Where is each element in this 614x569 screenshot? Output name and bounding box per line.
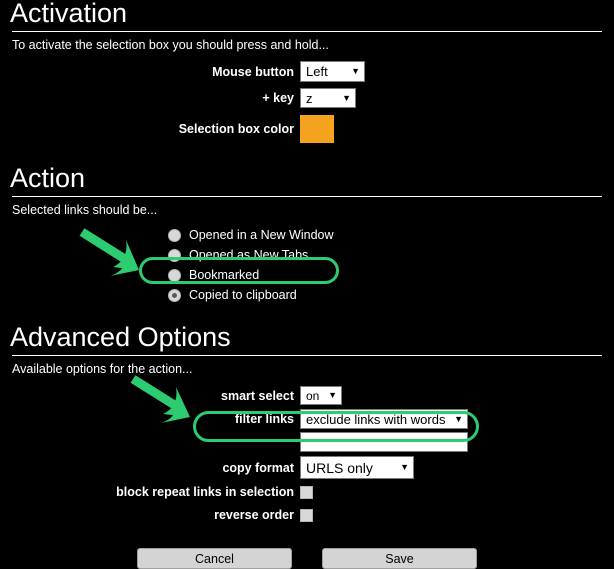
page-title-activation: Activation bbox=[0, 0, 614, 31]
action-radio-group: Opened in a New Window Opened as New Tab… bbox=[0, 226, 614, 304]
chevron-down-icon: ▼ bbox=[342, 94, 351, 103]
label-smart-select: smart select bbox=[0, 389, 300, 403]
row-copy-format: copy format URLS only ▼ bbox=[0, 456, 614, 479]
options-page: Activation To activate the selection box… bbox=[0, 0, 614, 545]
row-smart-select: smart select on ▼ bbox=[0, 386, 614, 405]
label-filter-links: filter links bbox=[0, 412, 300, 426]
chevron-down-icon: ▼ bbox=[351, 67, 360, 76]
filter-words-input[interactable] bbox=[300, 432, 468, 452]
row-reverse-order: reverse order bbox=[0, 508, 614, 522]
field-filter-words bbox=[300, 432, 614, 452]
radio-option-label[interactable]: Copied to clipboard bbox=[189, 288, 297, 302]
radio-icon[interactable] bbox=[168, 229, 181, 242]
section-action: Action Selected links should be... Opene… bbox=[0, 165, 614, 304]
chevron-down-icon: ▼ bbox=[400, 463, 409, 472]
section-subtitle-activation: To activate the selection box you should… bbox=[0, 32, 614, 53]
chevron-down-icon: ▼ bbox=[328, 391, 337, 400]
smart-select-value: on bbox=[306, 390, 319, 402]
footer-button-bar: Cancel Save bbox=[0, 548, 614, 569]
filter-links-select-value: exclude links with words bbox=[306, 413, 445, 426]
radio-option-new-tabs[interactable]: Opened as New Tabs bbox=[168, 246, 614, 264]
copy-format-select[interactable]: URLS only ▼ bbox=[300, 456, 414, 479]
filter-links-select[interactable]: exclude links with words ▼ bbox=[300, 409, 468, 429]
field-filter-links: exclude links with words ▼ bbox=[300, 409, 614, 429]
field-plus-key: z ▼ bbox=[300, 88, 614, 108]
field-block-repeat-links bbox=[300, 486, 614, 499]
copy-format-select-value: URLS only bbox=[306, 461, 373, 475]
radio-icon[interactable] bbox=[168, 249, 181, 262]
section-subtitle-advanced-options: Available options for the action... bbox=[0, 356, 614, 377]
field-reverse-order bbox=[300, 509, 614, 522]
reverse-order-checkbox[interactable] bbox=[300, 509, 313, 522]
block-repeat-links-checkbox[interactable] bbox=[300, 486, 313, 499]
field-mouse-button: Left ▼ bbox=[300, 61, 614, 82]
label-plus-key: + key bbox=[0, 91, 300, 105]
smart-select-select[interactable]: on ▼ bbox=[300, 386, 342, 405]
page-title-action: Action bbox=[0, 165, 614, 196]
label-reverse-order: reverse order bbox=[0, 508, 300, 522]
cancel-button[interactable]: Cancel bbox=[137, 548, 292, 569]
row-filter-words bbox=[0, 432, 614, 452]
mouse-button-select[interactable]: Left ▼ bbox=[300, 61, 365, 82]
field-smart-select: on ▼ bbox=[300, 386, 614, 405]
selection-box-color-swatch[interactable] bbox=[300, 115, 334, 143]
row-filter-links: filter links exclude links with words ▼ bbox=[0, 409, 614, 429]
radio-icon[interactable] bbox=[168, 269, 181, 282]
label-mouse-button: Mouse button bbox=[0, 65, 300, 79]
save-button[interactable]: Save bbox=[322, 548, 477, 569]
radio-option-new-window[interactable]: Opened in a New Window bbox=[168, 226, 614, 244]
label-copy-format: copy format bbox=[0, 461, 300, 475]
section-subtitle-action: Selected links should be... bbox=[0, 197, 614, 218]
radio-option-bookmarked[interactable]: Bookmarked bbox=[168, 266, 614, 284]
radio-option-label[interactable]: Bookmarked bbox=[189, 268, 259, 282]
mouse-button-select-value: Left bbox=[306, 65, 328, 78]
field-copy-format: URLS only ▼ bbox=[300, 456, 614, 479]
radio-option-label[interactable]: Opened as New Tabs bbox=[189, 248, 308, 262]
label-selection-box-color: Selection box color bbox=[0, 122, 300, 136]
chevron-down-icon: ▼ bbox=[454, 415, 463, 424]
row-plus-key: + key z ▼ bbox=[0, 88, 614, 108]
radio-option-label[interactable]: Opened in a New Window bbox=[189, 228, 334, 242]
row-mouse-button: Mouse button Left ▼ bbox=[0, 61, 614, 82]
row-block-repeat-links: block repeat links in selection bbox=[0, 485, 614, 499]
radio-icon-selected[interactable] bbox=[168, 289, 181, 302]
plus-key-select[interactable]: z ▼ bbox=[300, 88, 356, 108]
plus-key-select-value: z bbox=[306, 92, 313, 105]
row-selection-box-color: Selection box color bbox=[0, 115, 614, 143]
section-advanced-options: Advanced Options Available options for t… bbox=[0, 324, 614, 522]
section-activation: Activation To activate the selection box… bbox=[0, 0, 614, 143]
page-title-advanced-options: Advanced Options bbox=[0, 324, 614, 355]
field-selection-box-color bbox=[300, 115, 614, 143]
radio-option-copied-to-clipboard[interactable]: Copied to clipboard bbox=[168, 286, 614, 304]
label-block-repeat-links: block repeat links in selection bbox=[0, 485, 300, 499]
